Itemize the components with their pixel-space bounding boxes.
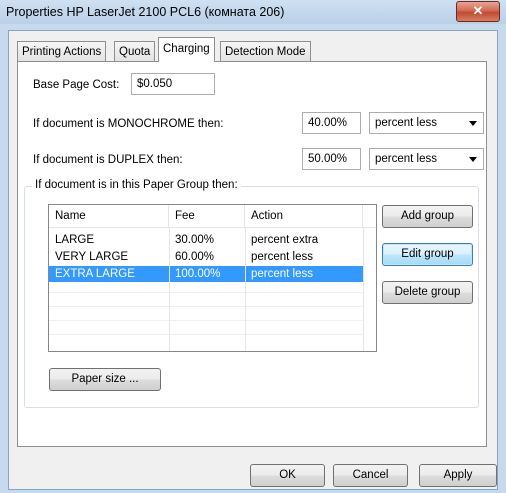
tab-quota[interactable]: Quota [114,41,156,61]
duplex-value-input[interactable]: 50.00% [302,148,361,170]
tab-detection-mode[interactable]: Detection Mode [220,41,311,61]
dropdown-arrow-icon [469,121,477,126]
grid-line [363,227,364,351]
cell-fee: 100.00% [175,268,221,280]
table-header: Name Fee Action [49,205,376,228]
close-icon: ✕ [472,3,484,18]
paper-group-table[interactable]: Name Fee Action LARGE 30.00% percent ext… [48,204,377,352]
window-title: Properties HP LaserJet 2100 PCL6 (комнат… [6,5,285,19]
grid-line [169,227,170,351]
cell-name: VERY LARGE [55,251,129,263]
dropdown-arrow-icon [469,157,477,162]
delete-group-button[interactable]: Delete group [382,281,473,304]
duplex-mode-select[interactable]: percent less [369,148,484,170]
grid-line [49,306,363,307]
base-cost-input[interactable]: $0.050 [131,73,215,95]
apply-button[interactable]: Apply [419,464,497,487]
grid-line [49,292,363,293]
paper-group-title: If document is in this Paper Group then: [32,179,241,191]
tab-charging[interactable]: Charging [158,37,215,62]
cell-fee: 30.00% [175,234,215,246]
cell-action: percent less [251,251,314,263]
ok-button[interactable]: OK [250,464,325,487]
monochrome-value-input[interactable]: 40.00% [302,112,361,134]
grid-line [245,227,246,351]
close-button[interactable]: ✕ [456,1,500,22]
grid-line [49,320,363,321]
monochrome-mode-select[interactable]: percent less [369,112,484,134]
cancel-button[interactable]: Cancel [333,464,408,487]
column-header-name[interactable]: Name [49,205,169,227]
cell-action: percent less [251,268,314,280]
tab-printing-actions[interactable]: Printing Actions [17,41,107,61]
monochrome-label: If document is MONOCHROME then: [33,118,224,130]
cell-name: LARGE [55,234,94,246]
column-header-action[interactable]: Action [245,205,363,227]
grid-line [49,334,363,335]
title-bar[interactable]: Properties HP LaserJet 2100 PCL6 (комнат… [0,0,506,24]
cell-fee: 60.00% [175,251,215,263]
cell-action: percent extra [251,234,319,246]
duplex-mode-value: percent less [375,153,438,165]
edit-group-button[interactable]: Edit group [382,243,473,266]
table-row[interactable]: VERY LARGE 60.00% percent less [49,249,363,265]
monochrome-mode-value: percent less [375,117,438,129]
duplex-label: If document is DUPLEX then: [33,154,183,166]
table-row-selected[interactable]: EXTRA LARGE 100.00% percent less [49,266,363,282]
add-group-button[interactable]: Add group [382,205,473,228]
cell-name: EXTRA LARGE [55,268,135,280]
table-row[interactable]: LARGE 30.00% percent extra [49,232,363,248]
base-cost-label: Base Page Cost: [33,79,120,91]
paper-size-button[interactable]: Paper size ... [49,368,161,391]
column-header-fee[interactable]: Fee [169,205,245,227]
